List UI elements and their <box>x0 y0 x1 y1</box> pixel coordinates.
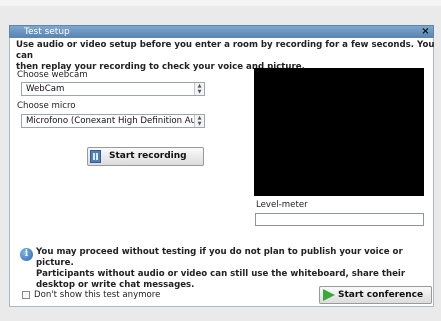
webcam-spin-icon[interactable]: ▲ ▼ <box>194 83 204 95</box>
dialog-titlebar[interactable]: Test setup × <box>9 25 434 38</box>
start-conference-button[interactable]: Start conference <box>319 286 432 304</box>
info-note: You may proceed without testing if you d… <box>36 247 436 291</box>
level-meter-label: Level-meter <box>256 200 308 210</box>
micro-label: Choose micro <box>17 101 76 111</box>
play-icon <box>323 289 335 301</box>
info-line-2: Participants without audio or video can … <box>36 269 406 279</box>
dont-show-label[interactable]: Don't show this test anymore <box>34 290 160 300</box>
webcam-select[interactable]: WebCam ▲ ▼ <box>21 82 205 96</box>
webcam-label: Choose webcam <box>17 70 88 80</box>
dialog-title: Test setup <box>24 27 70 37</box>
record-icon <box>90 150 101 163</box>
level-meter <box>255 213 424 226</box>
micro-select-value: Microfono (Conexant High Definition Aud <box>26 116 202 126</box>
video-preview <box>254 68 424 196</box>
start-recording-label: Start recording <box>109 151 187 161</box>
info-line-1: You may proceed without testing if you d… <box>36 247 403 268</box>
window-top-strip <box>0 0 441 6</box>
micro-select[interactable]: Microfono (Conexant High Definition Aud … <box>21 114 205 128</box>
start-conference-label: Start conference <box>338 290 424 300</box>
info-icon: i <box>20 248 33 261</box>
micro-spin-icon[interactable]: ▲ ▼ <box>194 115 204 127</box>
dont-show-checkbox[interactable] <box>22 291 30 299</box>
webcam-select-value: WebCam <box>26 84 65 94</box>
start-recording-button[interactable]: Start recording <box>87 147 204 166</box>
intro-line-1: Use audio or video setup before you ente… <box>16 40 435 61</box>
close-icon[interactable]: × <box>420 26 431 37</box>
